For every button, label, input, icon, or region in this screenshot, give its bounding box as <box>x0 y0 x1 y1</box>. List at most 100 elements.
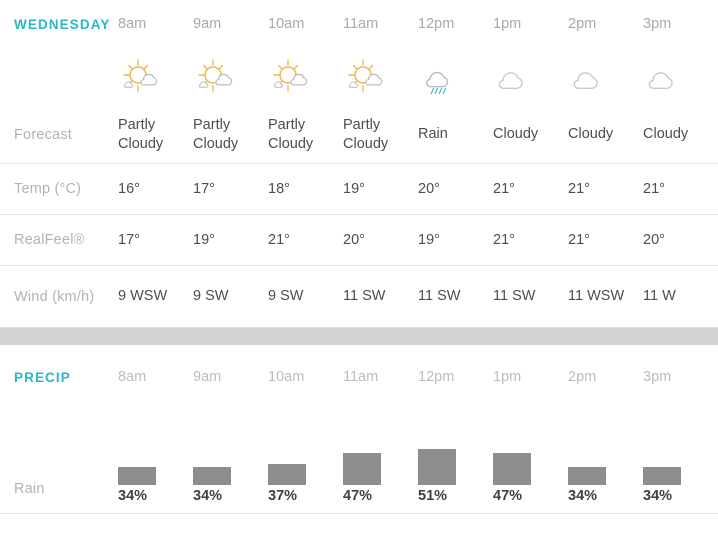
realfeel-value-3: 20° <box>343 231 365 248</box>
bar-group: 34% <box>118 409 156 513</box>
icon-row-spacer <box>0 48 118 106</box>
weather-icon-cell-6 <box>568 48 643 106</box>
hour-label-1: 9am <box>193 16 222 32</box>
realfeel-value-7: 20° <box>643 231 665 248</box>
realfeel-value-2: 21° <box>268 231 290 248</box>
weather-icon-cell-4 <box>418 48 493 106</box>
forecast-value-1: Partly Cloudy <box>193 106 268 163</box>
cloudy-icon <box>568 54 614 100</box>
precip-bar-cells: 34% 34% 37% 47% 51% 47% 34% 34% <box>118 409 718 513</box>
precip-bar-cell-0: 34% <box>118 409 193 513</box>
forecast-text: Partly Cloudy <box>193 116 239 152</box>
weather-icon-cells <box>118 48 718 106</box>
wind-value-0: 9 WSW <box>118 288 168 304</box>
forecast-text: Partly Cloudy <box>268 116 314 152</box>
table-row-temp: Temp (°C) 16° 17° 18° 19° 20° 21° 21° 21… <box>0 164 718 215</box>
forecast-value-5: Cloudy <box>493 106 568 163</box>
precip-hour-label-0: 8am <box>118 369 147 385</box>
forecast-value-2: Partly Cloudy <box>268 106 343 163</box>
table-row-realfeel: RealFeel® 17° 19° 21° 20° 19° 21° 21° 20… <box>0 215 718 266</box>
forecast-text: Rain <box>418 126 448 142</box>
precip-hour-label-7: 3pm <box>643 369 672 385</box>
precip-bars-row: Rain 34% 34% 37% 47% 51% 47% 34% 34% <box>0 409 718 513</box>
precip-bar-label: 34% <box>568 488 598 504</box>
row-label-forecast: Forecast <box>14 126 73 143</box>
section-separator-band <box>0 327 718 345</box>
table-row-forecast: Forecast Partly Cloudy Partly Cloudy Par… <box>0 106 718 164</box>
precip-hour-cells: 8am 9am 10am 11am 12pm 1pm 2pm 3pm <box>118 345 718 409</box>
precip-title: PRECIP <box>14 369 71 385</box>
precip-bar-cell-6: 34% <box>568 409 643 513</box>
bar-group: 37% <box>268 409 306 513</box>
forecast-value-3: Partly Cloudy <box>343 106 418 163</box>
forecast-value-0: Partly Cloudy <box>118 106 193 163</box>
precip-bar-label: 34% <box>118 488 148 504</box>
temp-value-1: 17° <box>193 180 215 197</box>
forecast-text-cells: Partly Cloudy Partly Cloudy Partly Cloud… <box>118 106 718 163</box>
forecast-text: Cloudy <box>643 126 689 142</box>
wind-value-2: 9 SW <box>268 288 304 304</box>
precip-bar-label: 34% <box>193 488 223 504</box>
precip-bar <box>493 453 531 485</box>
precip-bar <box>418 449 456 485</box>
hour-label-3: 11am <box>343 16 379 32</box>
table-row-wind: Wind (km/h) 9 WSW 9 SW 9 SW 11 SW 11 SW … <box>0 266 718 327</box>
realfeel-value-4: 19° <box>418 231 440 248</box>
temp-value-3: 19° <box>343 180 365 197</box>
hour-label-4: 12pm <box>418 16 455 32</box>
temp-value-5: 21° <box>493 180 515 197</box>
precip-bar-cell-4: 51% <box>418 409 493 513</box>
temp-value-2: 18° <box>268 180 290 197</box>
weather-icon-row <box>0 48 718 106</box>
precip-hour-label-1: 9am <box>193 369 222 385</box>
wind-value-7: 11 W <box>643 288 676 304</box>
temp-value-7: 21° <box>643 180 665 197</box>
day-label: WEDNESDAY <box>14 16 111 32</box>
precip-bar-label: 47% <box>493 488 523 504</box>
forecast-text: Partly Cloudy <box>343 116 389 152</box>
bottom-divider <box>0 513 718 514</box>
hour-label-6: 2pm <box>568 16 597 32</box>
wind-value-5: 11 SW <box>493 288 536 304</box>
precip-bar-cell-5: 47% <box>493 409 568 513</box>
wind-value-6: 11 WSW <box>568 288 625 304</box>
realfeel-value-6: 21° <box>568 231 590 248</box>
precip-bar-cell-7: 34% <box>643 409 718 513</box>
precip-bar-label: 51% <box>418 488 448 504</box>
partly-cloudy-icon <box>118 54 164 100</box>
weather-icon-cell-0 <box>118 48 193 106</box>
temp-cells: 16° 17° 18° 19° 20° 21° 21° 21° <box>118 164 718 214</box>
realfeel-value-0: 17° <box>118 231 140 248</box>
cloudy-icon <box>493 54 539 100</box>
temp-value-4: 20° <box>418 180 440 197</box>
rain-icon <box>418 54 464 100</box>
row-label-realfeel: RealFeel® <box>14 232 85 248</box>
weather-icon-cell-3 <box>343 48 418 106</box>
precip-bar <box>193 467 231 485</box>
realfeel-cells: 17° 19° 21° 20° 19° 21° 21° 20° <box>118 215 718 265</box>
precip-bar-label: 34% <box>643 488 673 504</box>
precip-bar <box>268 463 306 485</box>
weather-icon-cell-7 <box>643 48 718 106</box>
wind-cells: 9 WSW 9 SW 9 SW 11 SW 11 SW 11 SW 11 WSW… <box>118 266 718 327</box>
weather-icon-cell-2 <box>268 48 343 106</box>
precip-bar-cell-3: 47% <box>343 409 418 513</box>
forecast-text: Cloudy <box>493 126 539 142</box>
precip-bar <box>118 467 156 485</box>
precip-hour-label-6: 2pm <box>568 369 597 385</box>
realfeel-value-5: 21° <box>493 231 515 248</box>
hour-label-7: 3pm <box>643 16 672 32</box>
precip-bar-label: 37% <box>268 488 298 504</box>
temp-value-0: 16° <box>118 180 140 197</box>
forecast-value-7: Cloudy <box>643 106 718 163</box>
bar-group: 34% <box>193 409 231 513</box>
precip-bar-label: 47% <box>343 488 373 504</box>
row-label-temp: Temp (°C) <box>14 181 82 197</box>
hour-label-0: 8am <box>118 16 147 32</box>
partly-cloudy-icon <box>193 54 239 100</box>
partly-cloudy-icon <box>268 54 314 100</box>
bar-group: 47% <box>343 409 381 513</box>
temp-value-6: 21° <box>568 180 590 197</box>
hour-label-2: 10am <box>268 16 305 32</box>
wind-value-1: 9 SW <box>193 288 229 304</box>
